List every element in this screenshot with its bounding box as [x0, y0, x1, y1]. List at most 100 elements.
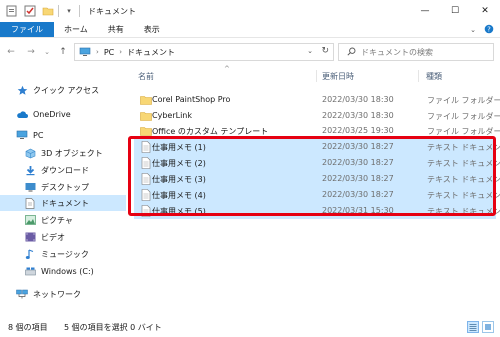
sidebar-item-label: ダウンロード — [41, 165, 89, 175]
file-type: テキスト ドキュメント — [427, 159, 500, 168]
sidebar-item-quick-access[interactable]: クイック アクセス — [16, 82, 99, 98]
minimize-button[interactable]: — — [410, 0, 440, 22]
recent-locations-icon[interactable]: ⌄ — [40, 45, 54, 59]
column-header-modified[interactable]: 更新日時 — [322, 71, 354, 82]
help-icon[interactable]: ? — [484, 24, 494, 36]
sidebar-item-network[interactable]: ネットワーク — [16, 286, 81, 302]
file-type: テキスト ドキュメント — [427, 175, 500, 184]
desktop-icon — [24, 181, 36, 193]
column-header-name[interactable]: 名前 — [138, 71, 154, 82]
svg-text:?: ? — [487, 26, 491, 34]
sidebar-item-label: OneDrive — [33, 109, 71, 119]
breadcrumb-documents[interactable]: ドキュメント — [127, 47, 175, 58]
file-type: テキスト ドキュメント — [427, 143, 500, 152]
quick-access-dropdown-icon[interactable]: ▾ — [63, 5, 75, 17]
sidebar-item-videos[interactable]: ビデオ — [24, 229, 65, 245]
new-folder-icon[interactable] — [42, 5, 54, 17]
sidebar-item-label: ドキュメント — [41, 198, 89, 208]
maximize-button[interactable]: ☐ — [440, 0, 470, 22]
file-name: 仕事用メモ (3) — [152, 175, 206, 184]
tab-view[interactable]: 表示 — [134, 22, 170, 37]
back-arrow-icon[interactable]: ← — [4, 45, 18, 59]
sidebar-item-label: ネットワーク — [33, 289, 81, 299]
text-file-icon — [140, 157, 152, 169]
computer-icon — [16, 129, 28, 141]
ribbon-expand-icon[interactable]: ⌄ — [470, 26, 476, 34]
search-box[interactable]: ドキュメントの検索 — [338, 43, 494, 61]
list-item[interactable]: 仕事用メモ (2) 2022/03/30 18:27 テキスト ドキュメント — [134, 155, 500, 171]
sidebar-item-documents[interactable]: ドキュメント — [0, 195, 126, 211]
sidebar-item-label: ピクチャ — [41, 215, 73, 225]
file-list: Corel PaintShop Pro 2022/03/30 18:30 ファイ… — [126, 88, 500, 318]
sidebar-item-label: クイック アクセス — [33, 85, 100, 95]
list-item[interactable]: 仕事用メモ (5) 2022/03/31 15:30 テキスト ドキュメント — [134, 203, 500, 219]
list-item[interactable]: 仕事用メモ (1) 2022/03/30 18:27 テキスト ドキュメント — [134, 139, 500, 155]
file-type: ファイル フォルダー — [427, 112, 500, 121]
breadcrumb-separator-icon: › — [119, 48, 123, 56]
close-button[interactable]: ✕ — [470, 0, 500, 22]
column-divider[interactable] — [316, 70, 317, 82]
breadcrumb-pc[interactable]: PC — [104, 48, 114, 57]
search-placeholder: ドキュメントの検索 — [361, 47, 433, 57]
text-file-icon — [140, 173, 152, 185]
music-note-icon — [24, 248, 36, 260]
text-file-icon — [140, 189, 152, 201]
network-icon — [16, 288, 28, 300]
file-type: テキスト ドキュメント — [427, 191, 500, 200]
forward-arrow-icon[interactable]: → — [24, 45, 38, 59]
list-item[interactable]: Office のカスタム テンプレート 2022/03/25 19:30 ファイ… — [134, 123, 500, 139]
sidebar-item-label: ミュージック — [41, 249, 89, 259]
sidebar-item-pictures[interactable]: ピクチャ — [24, 212, 73, 228]
text-file-icon — [140, 141, 152, 153]
tab-home[interactable]: ホーム — [54, 22, 98, 37]
up-arrow-icon[interactable]: ↑ — [56, 45, 70, 59]
sidebar-item-label: デスクトップ — [41, 182, 89, 192]
cube-icon — [24, 147, 36, 159]
sidebar-item-desktop[interactable]: デスクトップ — [24, 179, 89, 195]
list-item[interactable]: 仕事用メモ (4) 2022/03/30 18:27 テキスト ドキュメント — [134, 187, 500, 203]
sidebar-item-music[interactable]: ミュージック — [24, 246, 89, 262]
window-controls: — ☐ ✕ — [410, 0, 500, 22]
sidebar-item-onedrive[interactable]: OneDrive — [16, 106, 71, 122]
title-separator — [79, 5, 80, 17]
column-header-type[interactable]: 種類 — [426, 71, 442, 82]
sidebar-item-3d-objects[interactable]: 3D オブジェクト — [24, 145, 103, 161]
address-dropdown-icon[interactable]: ⌄ — [307, 47, 313, 55]
document-icon — [24, 197, 36, 209]
navigation-bar: ← → ⌄ ↑ › PC › ドキュメント ⌄ ↻ ドキュメントの検索 — [0, 40, 500, 64]
file-date: 2022/03/30 18:30 — [322, 95, 394, 104]
file-name: 仕事用メモ (5) — [152, 207, 206, 216]
file-name: Office のカスタム テンプレート — [152, 127, 269, 136]
large-icons-view-button[interactable] — [482, 321, 494, 333]
ribbon-right-controls: ⌄ ? — [470, 22, 494, 38]
quick-access-separator — [58, 5, 59, 17]
tab-share[interactable]: 共有 — [98, 22, 134, 37]
column-header-row: ^ 名前 更新日時 種類 — [126, 65, 500, 86]
file-name: Corel PaintShop Pro — [152, 95, 231, 104]
sidebar-item-downloads[interactable]: ダウンロード — [24, 162, 89, 178]
file-name: 仕事用メモ (4) — [152, 191, 206, 200]
file-date: 2022/03/30 18:27 — [322, 190, 394, 199]
file-name: 仕事用メモ (2) — [152, 159, 206, 168]
download-arrow-icon — [24, 164, 36, 176]
explorer-icon[interactable] — [6, 5, 18, 17]
list-item[interactable]: Corel PaintShop Pro 2022/03/30 18:30 ファイ… — [134, 92, 500, 108]
status-bar: 8 個の項目 5 個の項目を選択 0 バイト — [0, 318, 500, 337]
list-item[interactable]: 仕事用メモ (3) 2022/03/30 18:27 テキスト ドキュメント — [134, 171, 500, 187]
details-view-button[interactable] — [467, 321, 479, 333]
sidebar-item-drive-c[interactable]: Windows (C:) — [24, 263, 94, 279]
address-bar[interactable]: › PC › ドキュメント ⌄ ↻ — [74, 43, 334, 61]
tab-file[interactable]: ファイル — [0, 22, 54, 37]
refresh-icon[interactable]: ↻ — [321, 46, 329, 56]
properties-icon[interactable] — [24, 5, 36, 17]
column-divider[interactable] — [418, 70, 419, 82]
sidebar-item-pc[interactable]: PC — [16, 127, 43, 143]
pc-icon — [79, 47, 91, 57]
item-count: 8 個の項目 — [8, 323, 48, 332]
file-date: 2022/03/31 15:30 — [322, 206, 394, 215]
list-item[interactable]: CyberLink 2022/03/30 18:30 ファイル フォルダー — [134, 108, 500, 124]
window-title: ドキュメント — [88, 6, 136, 16]
sidebar-item-label: 3D オブジェクト — [41, 148, 103, 158]
file-date: 2022/03/25 19:30 — [322, 126, 394, 135]
video-icon — [24, 231, 36, 243]
